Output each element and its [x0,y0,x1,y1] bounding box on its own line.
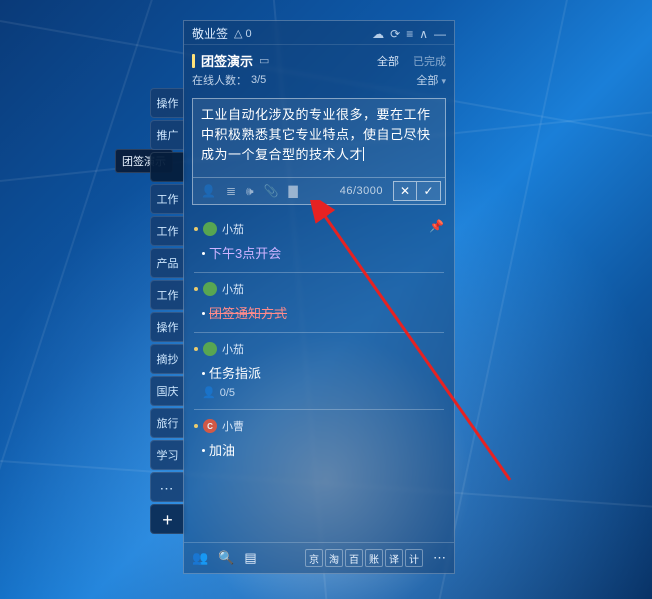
side-tab-list: 操作 推广 工作 工作 产品 工作 操作 摘抄 国庆 旅行 学习 ⋯ + [150,88,184,534]
author-name: 小茄 [222,221,244,237]
author-name: 小茄 [222,281,244,297]
tab-all[interactable]: 全部 [377,53,399,69]
shortcut-button[interactable]: 账 [365,549,383,567]
status-dot [194,424,198,428]
assign-icon[interactable]: 👤 [201,184,216,198]
compose-box: 工业自动化涉及的专业很多，要在工作中积极熟悉其它专业特点，使自己尽快成为一个复合… [192,98,446,205]
avatar: C [203,419,217,433]
list-item[interactable]: 小茄 下午3点开会 📌 [194,213,444,273]
item-text: 下午3点开会 [209,246,281,261]
list-item[interactable]: 小茄 任务指派 👤 0/5 [194,333,444,410]
accent-bar [192,54,195,68]
side-tab[interactable]: 产品 [150,248,184,278]
compose-input[interactable]: 工业自动化涉及的专业很多，要在工作中积极熟悉其它专业特点，使自己尽快成为一个复合… [193,99,445,177]
status-dot [194,287,198,291]
side-tab[interactable]: 旅行 [150,408,184,438]
item-text: 加油 [209,443,235,458]
panel-title: 团签演示 [201,51,253,70]
online-label: 在线人数： [192,72,247,88]
shortcut-button[interactable]: 计 [405,549,423,567]
author-name: 小曹 [222,418,244,434]
item-text: 团签通知方式 [209,306,287,321]
cancel-button[interactable]: ✕ [393,181,417,201]
refresh-icon[interactable]: ⟳ [390,27,400,41]
side-tab[interactable]: 操作 [150,88,184,118]
side-tab-more[interactable]: ⋯ [150,472,184,502]
titlebar: 敬业签 △ 0 ☁ ⟳ ≡ ∧ — [184,21,454,44]
side-tab[interactable]: 摘抄 [150,344,184,374]
meta-text: 0/5 [220,387,235,399]
minimize-icon[interactable]: — [434,27,446,41]
voice-icon[interactable]: 🕪 [246,184,254,199]
author-name: 小茄 [222,341,244,357]
shortcut-button[interactable]: 译 [385,549,403,567]
status-dot [194,227,198,231]
panel-header: 团签演示 ▭ 全部 已完成 [184,44,454,72]
shortcut-row: 京 淘 百 账 译 计 [305,549,423,567]
side-tab[interactable]: 国庆 [150,376,184,406]
collapse-icon[interactable]: ∧ [419,27,428,41]
search-icon[interactable]: 🔍 [218,550,234,566]
side-tab[interactable]: 推广 [150,120,184,150]
side-tab[interactable]: 学习 [150,440,184,470]
status-icon: ▭ [259,54,269,67]
people-icon[interactable]: 👥 [192,550,208,566]
shortcut-button[interactable]: 百 [345,549,363,567]
item-text: 任务指派 [209,366,261,381]
side-tab[interactable]: 工作 [150,184,184,214]
feed-list: 小茄 下午3点开会 📌 小茄 团签通知方式 小茄 任务指派 👤 0/5 C 小曹 加… [184,211,454,542]
char-counter: 46/3000 [340,185,383,197]
list-item[interactable]: C 小曹 加油 [194,410,444,469]
tab-done[interactable]: 已完成 [413,53,446,69]
bottom-toolbar: 👥 🔍 ▤ 京 淘 百 账 译 计 ⋯ [184,542,454,573]
list-item[interactable]: 小茄 团签通知方式 [194,273,444,333]
calendar-icon[interactable]: ▤ [244,550,256,566]
pin-icon[interactable]: 📌 [429,219,444,233]
side-tab[interactable]: 工作 [150,280,184,310]
shortcut-button[interactable]: 京 [305,549,323,567]
subheader: 在线人数： 3/5 全部 ▾ [184,72,454,94]
tag-icon[interactable]: ▇ [289,184,298,198]
menu-icon[interactable]: ≡ [406,27,413,41]
text-caret [363,147,364,161]
status-dot [194,347,198,351]
side-tab[interactable]: 操作 [150,312,184,342]
confirm-button[interactable]: ✓ [417,181,441,201]
filter-dropdown[interactable]: 全部 ▾ [416,72,446,88]
notif-icon[interactable]: △ 0 [234,27,252,40]
meta-icon: 👤 [202,386,216,399]
compose-toolbar: 👤 ≣ 🕪 📎 ▇ 46/3000 ✕ ✓ [193,177,445,204]
avatar [203,342,217,356]
avatar [203,282,217,296]
app-panel: 敬业签 △ 0 ☁ ⟳ ≡ ∧ — 团签演示 ▭ 全部 已完成 在线人数： 3/… [183,20,455,574]
shortcut-button[interactable]: 淘 [325,549,343,567]
avatar [203,222,217,236]
attach-icon[interactable]: 📎 [264,184,279,198]
side-tab-add[interactable]: + [150,504,184,534]
list-icon[interactable]: ≣ [226,184,236,198]
app-name: 敬业签 [192,25,228,42]
online-value: 3/5 [251,74,266,86]
side-tab-active[interactable] [150,152,184,182]
cloud-icon[interactable]: ☁ [372,27,384,41]
more-icon[interactable]: ⋯ [433,550,446,566]
side-tab[interactable]: 工作 [150,216,184,246]
